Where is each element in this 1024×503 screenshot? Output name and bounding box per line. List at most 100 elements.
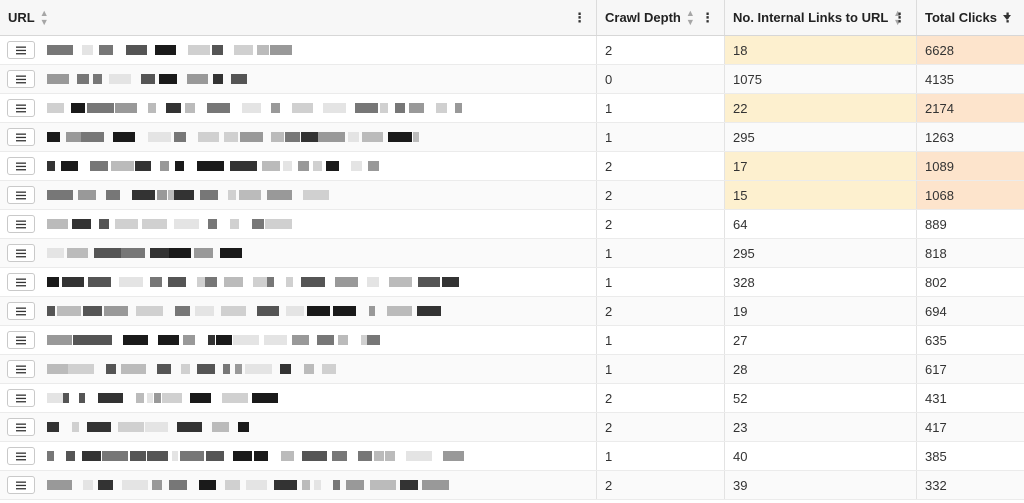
redaction-block bbox=[413, 132, 419, 142]
sort-icon[interactable]: ▲ ▼ bbox=[686, 8, 695, 27]
row-menu-button[interactable] bbox=[7, 157, 35, 175]
row-menu-button[interactable] bbox=[7, 418, 35, 436]
redaction-block bbox=[122, 480, 148, 490]
internal-links-cell: 23 bbox=[725, 413, 917, 441]
url-redacted[interactable] bbox=[47, 130, 487, 144]
redaction-block bbox=[169, 480, 187, 490]
redaction-block bbox=[62, 277, 84, 287]
crawl-data-table: URL ▲ ▼ ⋮ Crawl Depth ▲ ▼ ⋮ No. Internal L… bbox=[0, 0, 1024, 500]
table-row[interactable]: 2 17 1089 bbox=[0, 152, 1024, 181]
redaction-block bbox=[78, 190, 96, 200]
redaction-block bbox=[234, 45, 253, 55]
redaction-block bbox=[223, 364, 230, 374]
redaction-block bbox=[113, 132, 135, 142]
internal-links-cell: 22 bbox=[725, 94, 917, 122]
url-redacted[interactable] bbox=[47, 217, 487, 231]
column-header-total-clicks[interactable]: Total Clicks ⋮ bbox=[917, 0, 1024, 35]
row-menu-button[interactable] bbox=[7, 331, 35, 349]
redaction-block bbox=[304, 364, 314, 374]
table-row[interactable]: 1 40 385 bbox=[0, 442, 1024, 471]
row-menu-button[interactable] bbox=[7, 360, 35, 378]
table-row[interactable]: 2 18 6628 bbox=[0, 36, 1024, 65]
row-menu-button[interactable] bbox=[7, 302, 35, 320]
redaction-block bbox=[257, 45, 269, 55]
url-redacted[interactable] bbox=[47, 275, 487, 289]
redaction-block bbox=[418, 277, 440, 287]
row-menu-button[interactable] bbox=[7, 244, 35, 262]
redaction-block bbox=[205, 277, 217, 287]
crawl-depth-cell: 1 bbox=[597, 239, 725, 267]
row-menu-button[interactable] bbox=[7, 476, 35, 494]
redaction-block bbox=[224, 277, 243, 287]
url-cell bbox=[0, 355, 597, 383]
redaction-block bbox=[181, 364, 190, 374]
redaction-block bbox=[102, 451, 128, 461]
column-menu-icon[interactable]: ⋮ bbox=[701, 10, 714, 26]
redaction-block bbox=[388, 132, 412, 142]
url-redacted[interactable] bbox=[47, 478, 487, 492]
url-redacted[interactable] bbox=[47, 333, 487, 347]
redaction-block bbox=[409, 103, 424, 113]
redaction-block bbox=[194, 248, 213, 258]
url-redacted[interactable] bbox=[47, 362, 487, 376]
row-menu-button[interactable] bbox=[7, 70, 35, 88]
url-redacted[interactable] bbox=[47, 43, 487, 57]
redaction-block bbox=[307, 306, 330, 316]
hamburger-icon bbox=[16, 336, 26, 344]
redaction-block bbox=[47, 422, 59, 432]
column-header-internal-links[interactable]: No. Internal Links to URL ▲ ▼ ⋮ bbox=[725, 0, 917, 35]
redaction-block bbox=[318, 132, 345, 142]
table-row[interactable]: 1 295 1263 bbox=[0, 123, 1024, 152]
row-menu-button[interactable] bbox=[7, 447, 35, 465]
table-row[interactable]: 2 23 417 bbox=[0, 413, 1024, 442]
table-row[interactable]: 1 328 802 bbox=[0, 268, 1024, 297]
url-redacted[interactable] bbox=[47, 159, 487, 173]
column-header-url[interactable]: URL ▲ ▼ ⋮ bbox=[0, 0, 597, 35]
row-menu-button[interactable] bbox=[7, 273, 35, 291]
table-row[interactable]: 2 15 1068 bbox=[0, 181, 1024, 210]
table-row[interactable]: 0 1075 4135 bbox=[0, 65, 1024, 94]
redaction-block bbox=[47, 190, 73, 200]
total-clicks-cell: 694 bbox=[925, 303, 947, 319]
table-row[interactable]: 1 28 617 bbox=[0, 355, 1024, 384]
row-menu-button[interactable] bbox=[7, 128, 35, 146]
column-menu-icon[interactable]: ⋮ bbox=[1001, 10, 1014, 26]
url-redacted[interactable] bbox=[47, 101, 487, 115]
table-row[interactable]: 1 295 818 bbox=[0, 239, 1024, 268]
sort-icon[interactable]: ▲ ▼ bbox=[40, 8, 49, 27]
column-header-label: Crawl Depth bbox=[605, 10, 681, 25]
row-menu-button[interactable] bbox=[7, 389, 35, 407]
row-menu-button[interactable] bbox=[7, 99, 35, 117]
table-row[interactable]: 1 22 2174 bbox=[0, 94, 1024, 123]
url-redacted[interactable] bbox=[47, 420, 487, 434]
table-row[interactable]: 2 19 694 bbox=[0, 297, 1024, 326]
url-redacted[interactable] bbox=[47, 304, 487, 318]
column-menu-icon[interactable]: ⋮ bbox=[573, 10, 586, 26]
url-redacted[interactable] bbox=[47, 246, 487, 260]
url-redacted[interactable] bbox=[47, 391, 487, 405]
table-row[interactable]: 1 27 635 bbox=[0, 326, 1024, 355]
row-menu-button[interactable] bbox=[7, 215, 35, 233]
url-redacted[interactable] bbox=[47, 188, 487, 202]
redaction-block bbox=[157, 364, 171, 374]
table-row[interactable]: 2 39 332 bbox=[0, 471, 1024, 500]
table-row[interactable]: 2 64 889 bbox=[0, 210, 1024, 239]
redaction-block bbox=[230, 161, 257, 171]
column-header-crawl-depth[interactable]: Crawl Depth ▲ ▼ ⋮ bbox=[597, 0, 725, 35]
column-menu-icon[interactable]: ⋮ bbox=[893, 10, 906, 26]
crawl-depth-cell: 2 bbox=[597, 210, 725, 238]
redaction-block bbox=[208, 219, 217, 229]
total-clicks-cell: 431 bbox=[925, 390, 947, 406]
row-menu-button[interactable] bbox=[7, 41, 35, 59]
total-clicks-cell: 818 bbox=[925, 245, 947, 261]
table-row[interactable]: 2 52 431 bbox=[0, 384, 1024, 413]
redaction-block bbox=[121, 364, 146, 374]
redaction-block bbox=[313, 161, 322, 171]
redaction-block bbox=[47, 306, 55, 316]
redaction-block bbox=[333, 480, 340, 490]
redaction-block bbox=[174, 190, 194, 200]
redaction-block bbox=[230, 219, 239, 229]
url-redacted[interactable] bbox=[47, 449, 487, 463]
row-menu-button[interactable] bbox=[7, 186, 35, 204]
url-redacted[interactable] bbox=[47, 72, 487, 86]
